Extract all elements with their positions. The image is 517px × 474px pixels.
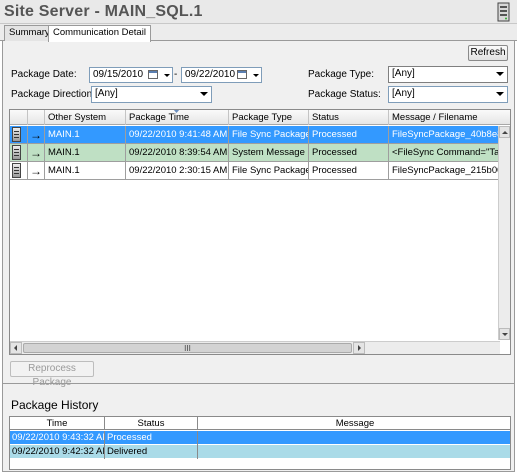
date-separator: - <box>174 69 178 80</box>
message-cell: FileSyncPackage_215b006 <box>392 165 500 176</box>
table-row[interactable]: → MAIN.1 09/22/2010 2:30:15 AM File Sync… <box>10 162 510 180</box>
column-header-icon <box>10 110 28 125</box>
package-time-cell: 09/22/2010 9:41:48 AM <box>126 126 229 144</box>
history-row[interactable]: 09/22/2010 9:42:32 AM Delivered <box>10 445 510 459</box>
history-row[interactable]: 09/22/2010 9:43:32 AM Processed <box>10 431 510 445</box>
window-title: Site Server - MAIN_SQL.1 <box>4 3 203 20</box>
reprocess-package-button[interactable]: Reprocess Package <box>10 361 94 388</box>
scroll-up-button[interactable] <box>499 126 510 138</box>
column-header-message[interactable]: Message <box>198 417 510 430</box>
other-system-cell: MAIN.1 <box>45 126 126 144</box>
column-header-direction <box>28 110 45 125</box>
calendar-icon <box>237 70 247 79</box>
server-icon <box>12 145 21 160</box>
status-cell: Processed <box>309 126 389 144</box>
date-to-value: 09/22/2010 <box>185 69 236 80</box>
row-icon-cell <box>10 162 28 180</box>
refresh-button[interactable]: Refresh <box>468 45 508 61</box>
chevron-down-icon <box>253 74 259 77</box>
package-time-cell: 09/22/2010 8:39:54 AM <box>126 144 229 162</box>
package-history-grid[interactable]: Time Status Message 09/22/2010 9:43:32 A… <box>9 416 511 470</box>
direction-cell: → <box>28 162 45 180</box>
date-from-picker[interactable]: 09/15/2010 <box>89 67 173 83</box>
package-status-value: [Any] <box>392 88 415 99</box>
arrow-right-icon: → <box>30 164 42 178</box>
tab-communication-detail[interactable]: Communication Detail <box>48 25 151 42</box>
package-type-value: [Any] <box>392 68 415 79</box>
packages-grid[interactable]: Other System Package Time Package Type S… <box>9 109 511 355</box>
history-time-cell: 09/22/2010 9:43:32 AM <box>12 431 105 445</box>
server-icon <box>12 163 21 178</box>
date-to-picker[interactable]: 09/22/2010 <box>181 67 262 83</box>
column-header-message-filename[interactable]: Message / Filename <box>389 110 510 125</box>
arrow-right-icon: → <box>30 128 42 142</box>
package-type-cell: System Message <box>229 144 309 162</box>
package-date-label: Package Date: <box>11 69 77 80</box>
row-icon-cell <box>10 144 28 162</box>
other-system-cell: MAIN.1 <box>45 144 126 162</box>
scroll-left-button[interactable] <box>10 342 22 354</box>
chevron-down-icon <box>496 92 504 96</box>
calendar-icon <box>148 70 158 79</box>
sort-descending-icon <box>173 110 180 113</box>
message-cell: <FileSync Command="Take <box>392 147 500 158</box>
chevron-down-icon <box>502 333 508 336</box>
package-direction-value: [Any] <box>95 88 118 99</box>
date-from-value: 09/15/2010 <box>93 69 144 80</box>
table-row[interactable]: → MAIN.1 09/22/2010 9:41:48 AM File Sync… <box>10 126 510 144</box>
column-header-status[interactable]: Status <box>309 110 389 125</box>
package-status-select[interactable]: [Any] <box>388 86 508 103</box>
section-divider <box>2 383 515 384</box>
direction-cell: → <box>28 144 45 162</box>
scroll-down-button[interactable] <box>499 328 510 340</box>
history-grid-header: Time Status Message <box>10 417 510 430</box>
direction-cell: → <box>28 126 45 144</box>
packages-grid-header: Other System Package Time Package Type S… <box>10 110 510 125</box>
chevron-left-icon <box>14 345 17 351</box>
vertical-scrollbar[interactable] <box>498 126 510 340</box>
horizontal-scrollbar[interactable]: III <box>10 341 500 354</box>
column-header-package-time[interactable]: Package Time <box>126 110 229 125</box>
server-icon <box>497 2 510 22</box>
status-cell: Processed <box>309 162 389 180</box>
horizontal-scroll-thumb[interactable]: III <box>23 343 352 353</box>
column-header-other-system[interactable]: Other System <box>45 110 126 125</box>
chevron-right-icon <box>358 345 361 351</box>
chevron-down-icon <box>200 92 208 96</box>
package-direction-select[interactable]: [Any] <box>91 86 212 103</box>
column-header-status[interactable]: Status <box>105 417 198 430</box>
history-message-cell <box>198 431 510 445</box>
row-icon-cell <box>10 126 28 144</box>
chevron-down-icon <box>496 72 504 76</box>
chevron-down-icon <box>164 74 170 77</box>
column-header-package-time-label: Package Time <box>129 112 190 123</box>
package-time-cell: 09/22/2010 2:30:15 AM <box>126 162 229 180</box>
history-status-cell: Processed <box>105 431 198 445</box>
package-history-title: Package History <box>11 398 99 412</box>
status-cell: Processed <box>309 144 389 162</box>
column-header-time[interactable]: Time <box>10 417 105 430</box>
scroll-right-button[interactable] <box>353 342 365 354</box>
package-type-select[interactable]: [Any] <box>388 66 508 83</box>
package-direction-label: Package Direction <box>11 89 93 100</box>
package-type-cell: File Sync Package <box>229 162 309 180</box>
server-icon <box>12 127 21 142</box>
history-message-cell <box>198 445 510 459</box>
table-row[interactable]: → MAIN.1 09/22/2010 8:39:54 AM System Me… <box>10 144 510 162</box>
message-cell: FileSyncPackage_40b8e8a <box>392 129 500 140</box>
history-status-cell: Delivered <box>105 445 198 459</box>
package-type-label: Package Type: <box>308 69 374 80</box>
history-time-cell: 09/22/2010 9:42:32 AM <box>12 445 105 459</box>
arrow-right-icon: → <box>30 146 42 160</box>
package-type-cell: File Sync Package <box>229 126 309 144</box>
chevron-up-icon <box>502 131 508 134</box>
column-header-package-type[interactable]: Package Type <box>229 110 309 125</box>
package-status-label: Package Status: <box>308 89 381 100</box>
other-system-cell: MAIN.1 <box>45 162 126 180</box>
